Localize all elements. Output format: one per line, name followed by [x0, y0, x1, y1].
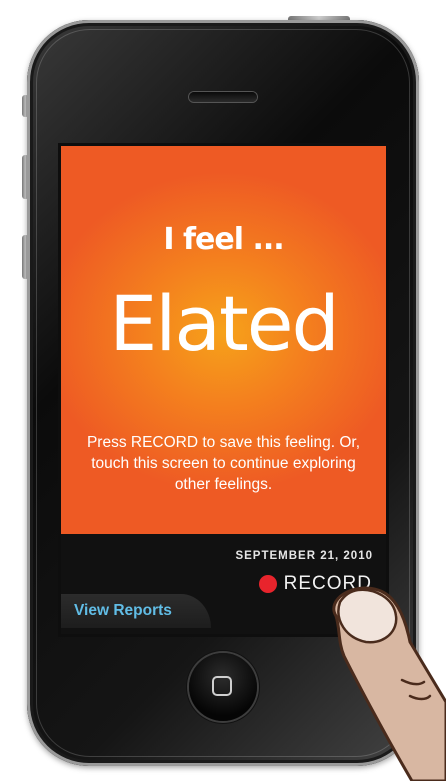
home-square-icon: [212, 676, 232, 696]
date-label: SEPTEMBER 21, 2010: [235, 550, 373, 562]
feeling-prefix: I feel ...: [163, 222, 284, 257]
feeling-word: Elated: [109, 279, 340, 368]
app-screen: I feel ... Elated Press RECORD to save t…: [61, 146, 386, 634]
record-dot-icon: [258, 575, 277, 593]
view-reports-label: View Reports: [74, 602, 172, 619]
view-reports-tab[interactable]: View Reports: [61, 594, 211, 628]
earpiece-speaker: [189, 92, 257, 102]
instructions-text: Press RECORD to save this feeling. Or, t…: [86, 434, 361, 493]
finger-illustration: [332, 586, 446, 781]
home-button-icon[interactable]: [189, 653, 257, 721]
feeling-display[interactable]: I feel ... Elated Press RECORD to save t…: [61, 146, 386, 534]
